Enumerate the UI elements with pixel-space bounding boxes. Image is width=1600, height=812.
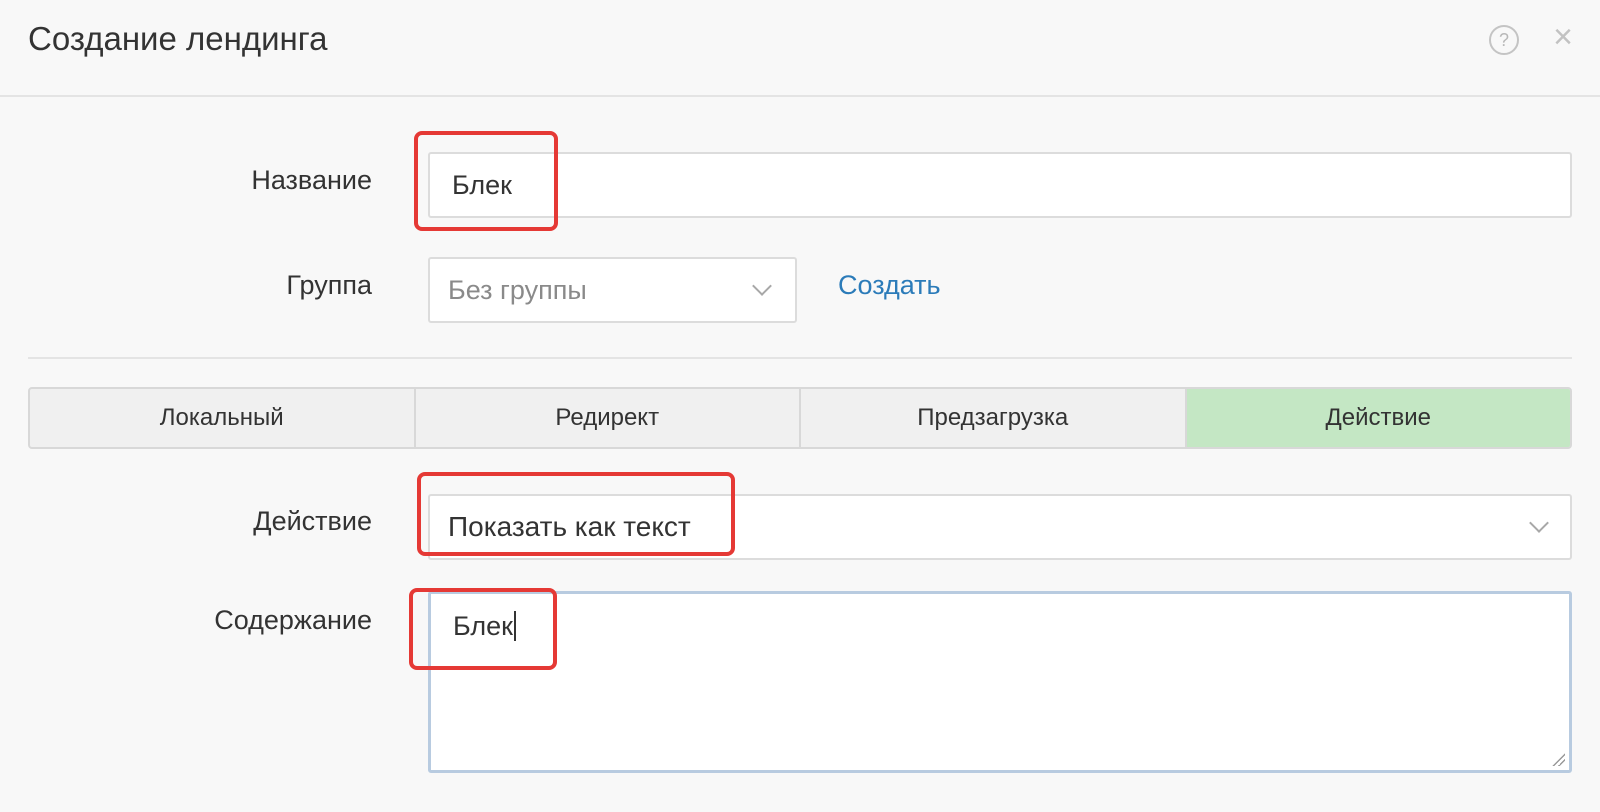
create-landing-dialog: Создание лендинга ? × Название Блек Груп… — [0, 0, 1600, 812]
group-label: Группа — [286, 270, 372, 300]
name-input-value: Блек — [452, 169, 512, 200]
content-textarea[interactable]: Блек — [428, 591, 1572, 773]
action-select-value: Показать как текст — [448, 511, 691, 542]
tab-action[interactable]: Действие — [1186, 389, 1570, 447]
tab-local[interactable]: Локальный — [30, 389, 416, 447]
create-group-link[interactable]: Создать — [838, 270, 941, 301]
content-textarea-value: Блек — [453, 611, 513, 641]
dialog-header: Создание лендинга ? × — [0, 0, 1600, 97]
tab-preload[interactable]: Предзагрузка — [801, 389, 1187, 447]
chevron-down-icon — [752, 276, 772, 296]
section-divider — [28, 357, 1572, 359]
action-select[interactable]: Показать как текст — [428, 494, 1572, 560]
name-label: Название — [251, 165, 372, 195]
chevron-down-icon — [1529, 513, 1549, 533]
resize-handle-icon[interactable] — [1551, 752, 1565, 766]
close-icon[interactable]: × — [1548, 20, 1578, 54]
name-input[interactable]: Блек — [428, 152, 1572, 218]
group-select[interactable]: Без группы — [428, 257, 797, 323]
dialog-body: Название Блек Группа Без группы Создать … — [0, 97, 1600, 812]
dialog-title: Создание лендинга — [28, 20, 328, 57]
content-label: Содержание — [214, 605, 372, 635]
tab-redirect[interactable]: Редирект — [416, 389, 801, 447]
help-icon[interactable]: ? — [1489, 25, 1519, 55]
action-label: Действие — [253, 506, 372, 536]
text-caret — [514, 611, 516, 641]
group-select-value: Без группы — [448, 274, 587, 305]
landing-type-tabs: Локальный Редирект Предзагрузка Действие — [28, 387, 1572, 449]
